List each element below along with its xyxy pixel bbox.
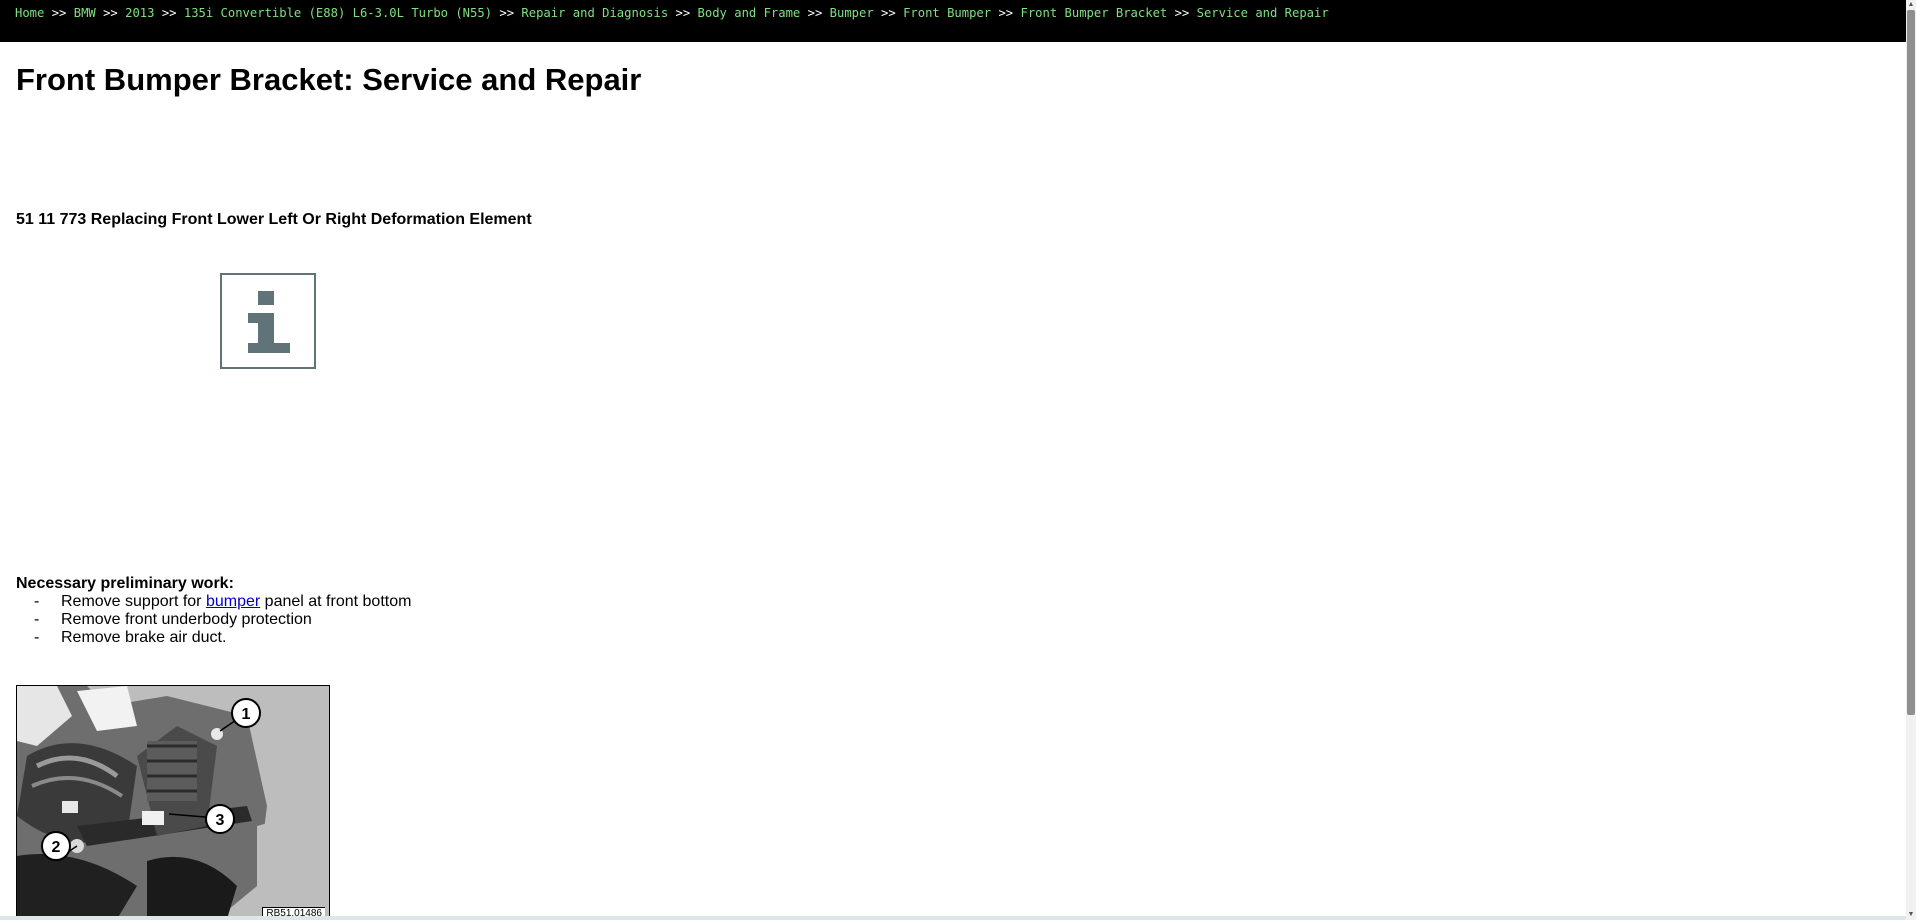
breadcrumb-bmw[interactable]: BMW (74, 6, 96, 20)
scroll-up-icon[interactable]: ▲ (1906, 0, 1916, 10)
list-item-text: Remove brake air duct. (61, 629, 227, 646)
breadcrumb-year[interactable]: 2013 (125, 6, 154, 20)
callout-2-label: 2 (52, 839, 61, 856)
list-item: - Remove support for bumper panel at fro… (16, 593, 411, 611)
breadcrumb-separator: >> (161, 6, 177, 20)
bumper-link[interactable]: bumper (206, 593, 260, 610)
callout-1-label: 1 (242, 706, 251, 723)
breadcrumb-home[interactable]: Home (15, 6, 44, 20)
callout-3: 3 (205, 804, 235, 834)
callout-3-label: 3 (216, 812, 225, 829)
breadcrumb-service-repair[interactable]: Service and Repair (1197, 6, 1329, 20)
breadcrumb: Home >> BMW >> 2013 >> 135i Convertible … (15, 6, 1329, 20)
bumper-bracket-illustration: 1 3 2 (17, 686, 329, 919)
procedure-heading: 51 11 773 Replacing Front Lower Left Or … (16, 211, 532, 228)
preliminary-work: Necessary preliminary work: - Remove sup… (16, 575, 411, 647)
breadcrumb-model[interactable]: 135i Convertible (E88) L6-3.0L Turbo (N5… (184, 6, 492, 20)
info-icon-graphic (248, 291, 290, 353)
page-title: Front Bumper Bracket: Service and Repair (16, 62, 642, 97)
list-dash: - (34, 629, 40, 646)
scrollbar-thumb[interactable] (1907, 10, 1915, 715)
breadcrumb-separator: >> (998, 6, 1014, 20)
list-dash: - (34, 593, 40, 610)
breadcrumb-separator: >> (881, 6, 896, 20)
callout-2: 2 (41, 831, 71, 861)
info-icon (220, 273, 316, 369)
breadcrumb-front-bumper-bracket[interactable]: Front Bumper Bracket (1021, 6, 1168, 20)
breadcrumb-body-frame[interactable]: Body and Frame (698, 6, 801, 20)
preliminary-work-list: - Remove support for bumper panel at fro… (16, 593, 411, 647)
breadcrumb-repair-diagnosis[interactable]: Repair and Diagnosis (521, 6, 668, 20)
list-item-text: Remove front underbody protection (61, 611, 312, 628)
breadcrumb-separator: >> (675, 6, 691, 20)
horizontal-scrollbar[interactable] (0, 916, 1906, 920)
list-item-text: panel at front bottom (264, 593, 412, 610)
breadcrumb-separator: >> (807, 6, 823, 20)
list-item: - Remove brake air duct. (16, 629, 411, 647)
breadcrumb-separator: >> (499, 6, 515, 20)
callout-1: 1 (231, 698, 261, 728)
breadcrumb-separator: >> (51, 6, 67, 20)
preliminary-work-label: Necessary preliminary work: (16, 575, 234, 592)
vertical-scrollbar[interactable]: ▲ ▼ (1906, 0, 1916, 920)
procedure-figure: 1 3 2 RB51.01486 (16, 685, 330, 920)
list-item-text: Remove support for (61, 593, 202, 610)
list-dash: - (34, 611, 40, 628)
breadcrumb-bumper[interactable]: Bumper (830, 6, 874, 20)
breadcrumb-separator: >> (103, 6, 118, 20)
scroll-down-icon[interactable]: ▼ (1906, 910, 1916, 920)
top-bar: Home >> BMW >> 2013 >> 135i Convertible … (0, 0, 1906, 42)
list-item: - Remove front underbody protection (16, 611, 411, 629)
breadcrumb-front-bumper[interactable]: Front Bumper (903, 6, 991, 20)
breadcrumb-separator: >> (1174, 6, 1190, 20)
